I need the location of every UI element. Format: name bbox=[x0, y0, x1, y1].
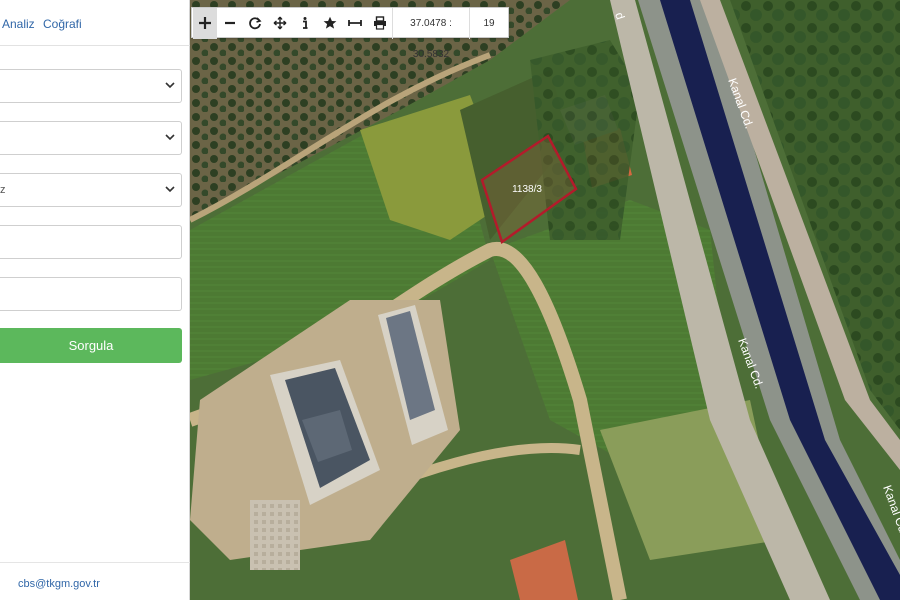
satellite-map[interactable]: 1138/3 d Kanal Cd. Kanal Cd. Kanal Cd. bbox=[190, 0, 900, 600]
map-canvas: 1138/3 d Kanal Cd. Kanal Cd. Kanal Cd. bbox=[190, 0, 900, 600]
plus-icon bbox=[199, 17, 211, 29]
coordinate-readout: 37.0478 : 30.5832 bbox=[392, 8, 470, 60]
zoom-level: 19 bbox=[483, 18, 495, 29]
refresh-icon bbox=[249, 17, 262, 30]
zoom-out-button[interactable] bbox=[218, 8, 242, 39]
print-icon bbox=[374, 16, 386, 30]
panel-tabs: Analiz Coğrafi bbox=[0, 0, 190, 46]
measure-button[interactable] bbox=[343, 8, 367, 39]
pan-button[interactable] bbox=[268, 8, 292, 39]
ruler-icon bbox=[348, 20, 362, 26]
print-button[interactable] bbox=[368, 8, 392, 39]
contact-email-link[interactable]: cbs@tkgm.gov.tr bbox=[18, 578, 100, 590]
select-3-value: z bbox=[0, 184, 6, 196]
chevron-down-icon bbox=[165, 134, 175, 141]
refresh-button[interactable] bbox=[243, 8, 267, 39]
favorite-button[interactable] bbox=[318, 8, 342, 39]
footer: cbs@tkgm.gov.tr bbox=[0, 562, 190, 600]
map-toolbar: 37.0478 : 30.5832 19 bbox=[191, 7, 509, 60]
tab-analiz[interactable]: Analiz bbox=[2, 17, 35, 31]
select-2[interactable] bbox=[0, 121, 182, 155]
parcel-label: 1138/3 bbox=[512, 184, 542, 195]
info-icon bbox=[303, 17, 308, 29]
star-icon bbox=[323, 16, 337, 29]
text-input-2[interactable] bbox=[0, 277, 182, 311]
select-1[interactable] bbox=[0, 69, 182, 103]
minus-icon bbox=[225, 21, 235, 25]
search-panel: Analiz Coğrafi z Sorgula cbs@tkgm.gov.tr bbox=[0, 0, 190, 600]
info-button[interactable] bbox=[293, 8, 317, 39]
pallet-stack bbox=[250, 500, 300, 570]
tab-cografi[interactable]: Coğrafi bbox=[43, 17, 82, 31]
chevron-down-icon bbox=[165, 82, 175, 89]
move-icon bbox=[273, 16, 287, 30]
sorgula-button[interactable]: Sorgula bbox=[0, 328, 182, 363]
zoom-in-button[interactable] bbox=[193, 8, 217, 39]
text-input-1[interactable] bbox=[0, 225, 182, 259]
select-3[interactable]: z bbox=[0, 173, 182, 207]
chevron-down-icon bbox=[165, 186, 175, 193]
